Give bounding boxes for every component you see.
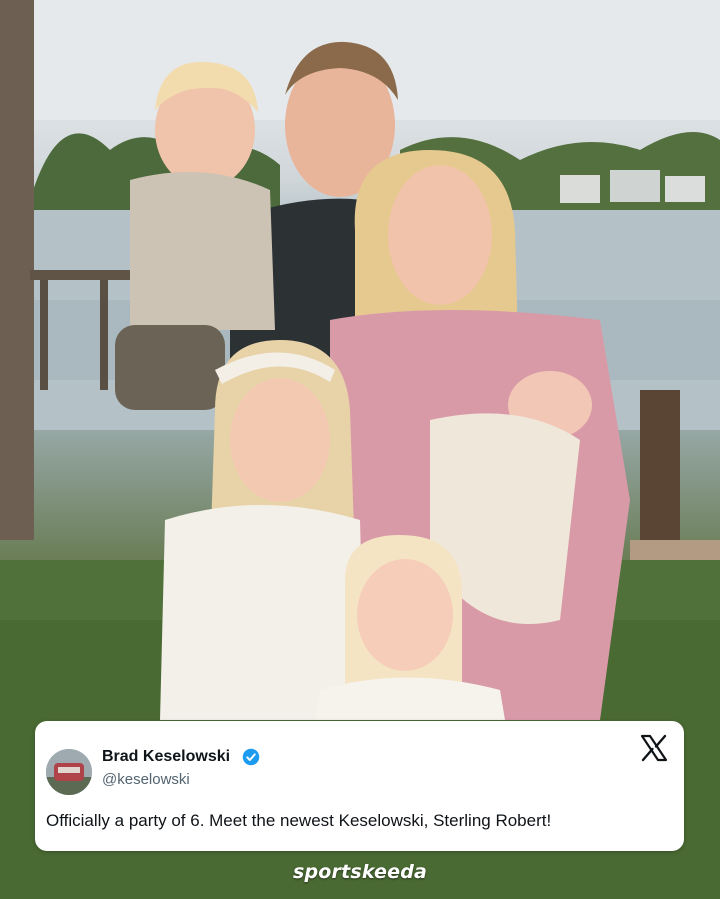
- display-name[interactable]: Brad Keselowski: [102, 748, 230, 766]
- user-handle[interactable]: @keselowski: [102, 771, 190, 788]
- profile-avatar[interactable]: [46, 749, 92, 795]
- avatar-image: [46, 749, 92, 795]
- tweet-card[interactable]: Brad Keselowski @keselowski Officially a…: [35, 721, 684, 851]
- tweet-text: Officially a party of 6. Meet the newest…: [46, 811, 552, 830]
- verified-badge-icon: [242, 748, 260, 766]
- sportskeeda-watermark: sportskeeda: [292, 861, 428, 883]
- x-logo-icon[interactable]: [639, 733, 669, 763]
